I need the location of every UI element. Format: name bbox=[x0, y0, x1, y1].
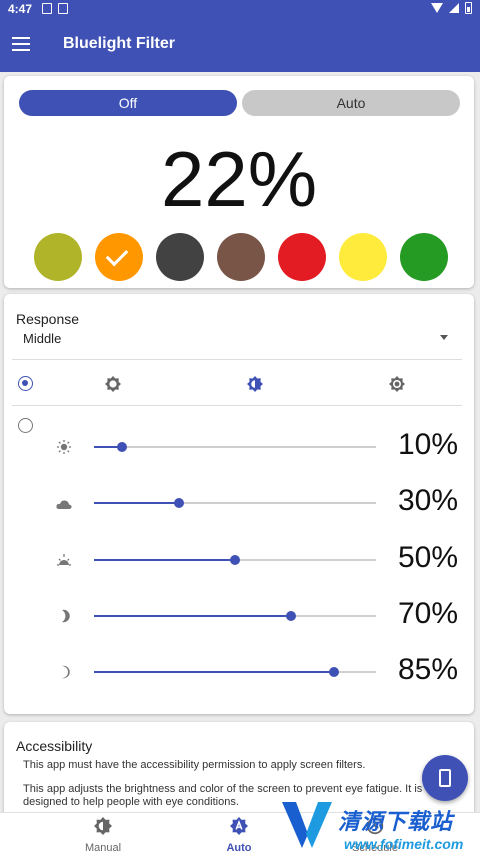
response-dropdown[interactable]: Middle bbox=[23, 331, 61, 346]
crescent-moon-icon bbox=[62, 665, 70, 679]
filter-percent: 22% bbox=[160, 135, 318, 223]
color-swatch[interactable] bbox=[278, 233, 326, 281]
nav-manual[interactable]: Manual bbox=[63, 817, 143, 854]
slider-thumb[interactable] bbox=[230, 555, 240, 565]
brightness-low-icon[interactable] bbox=[105, 376, 121, 392]
accessibility-title: Accessibility bbox=[16, 738, 93, 754]
check-icon bbox=[105, 243, 129, 267]
slider-track bbox=[94, 446, 376, 448]
level-percent: 85% bbox=[397, 653, 458, 686]
level-percent: 30% bbox=[397, 484, 458, 517]
watermark-url: www.fofimeit.com bbox=[344, 836, 464, 852]
slider-fill bbox=[94, 502, 179, 504]
divider bbox=[12, 405, 462, 406]
cloud-icon bbox=[56, 500, 72, 509]
auto-toggle-button[interactable]: Auto bbox=[242, 90, 460, 116]
brightness-medium-icon[interactable] bbox=[247, 376, 263, 392]
menu-icon[interactable] bbox=[12, 37, 30, 51]
half-moon-icon bbox=[62, 609, 70, 623]
nav-auto[interactable]: Auto bbox=[199, 817, 279, 854]
app-bar: Bluelight Filter bbox=[0, 18, 480, 72]
brightness-auto-icon bbox=[230, 817, 248, 835]
level-percent: 50% bbox=[397, 541, 458, 574]
phone-icon bbox=[439, 769, 451, 787]
nav-manual-label: Manual bbox=[84, 842, 122, 854]
accessibility-text: This app adjusts the brightness and colo… bbox=[23, 783, 423, 795]
brightness-medium-icon bbox=[94, 817, 112, 835]
level-slider[interactable] bbox=[94, 439, 376, 455]
color-swatch[interactable] bbox=[217, 233, 265, 281]
level-slider[interactable] bbox=[94, 495, 376, 511]
status-time: 4:47 bbox=[8, 2, 33, 16]
off-toggle-button[interactable]: Off bbox=[19, 90, 237, 116]
level-slider[interactable] bbox=[94, 664, 376, 680]
slider-thumb[interactable] bbox=[117, 442, 128, 452]
nav-auto-label: Auto bbox=[226, 842, 252, 854]
notification-icon bbox=[42, 3, 52, 14]
slider-fill bbox=[94, 559, 235, 561]
level-slider[interactable] bbox=[94, 552, 376, 568]
accessibility-text: This app must have the accessibility per… bbox=[23, 759, 366, 771]
color-swatch[interactable] bbox=[156, 233, 204, 281]
dropdown-arrow-icon[interactable] bbox=[440, 335, 448, 340]
divider bbox=[12, 359, 462, 360]
color-swatch[interactable] bbox=[400, 233, 448, 281]
brightness-high-icon[interactable] bbox=[389, 376, 405, 392]
slider-fill bbox=[94, 615, 292, 617]
notification-icon bbox=[58, 3, 68, 14]
accessibility-settings-button[interactable] bbox=[422, 755, 468, 801]
color-swatch[interactable] bbox=[34, 233, 82, 281]
color-swatch[interactable] bbox=[95, 233, 143, 281]
response-card: Response Middle 10% 30% 50% 70% 85% bbox=[4, 294, 474, 714]
battery-icon bbox=[465, 2, 472, 14]
app-title: Bluelight Filter bbox=[63, 35, 175, 52]
level-percent: 70% bbox=[397, 597, 458, 630]
watermark: 清源下载站 www.fofimeit.com bbox=[278, 798, 476, 854]
wifi-icon bbox=[431, 3, 443, 13]
filter-card: Off Auto 22% bbox=[4, 76, 474, 288]
watermark-logo-icon bbox=[282, 802, 332, 848]
response-label: Response bbox=[16, 311, 80, 327]
mode-radio-preset[interactable] bbox=[18, 376, 33, 391]
level-slider[interactable] bbox=[94, 608, 376, 624]
slider-thumb[interactable] bbox=[328, 667, 339, 677]
sunset-icon bbox=[57, 554, 71, 566]
sun-icon bbox=[57, 440, 71, 454]
signal-icon bbox=[449, 3, 459, 13]
slider-thumb[interactable] bbox=[173, 498, 184, 508]
status-bar: 4:47 bbox=[0, 0, 480, 18]
mode-radio-custom[interactable] bbox=[18, 418, 33, 433]
color-swatch[interactable] bbox=[339, 233, 387, 281]
slider-fill bbox=[94, 671, 334, 673]
watermark-text: 清源下载站 bbox=[338, 809, 454, 834]
level-percent: 10% bbox=[397, 428, 458, 461]
slider-thumb[interactable] bbox=[286, 611, 297, 621]
